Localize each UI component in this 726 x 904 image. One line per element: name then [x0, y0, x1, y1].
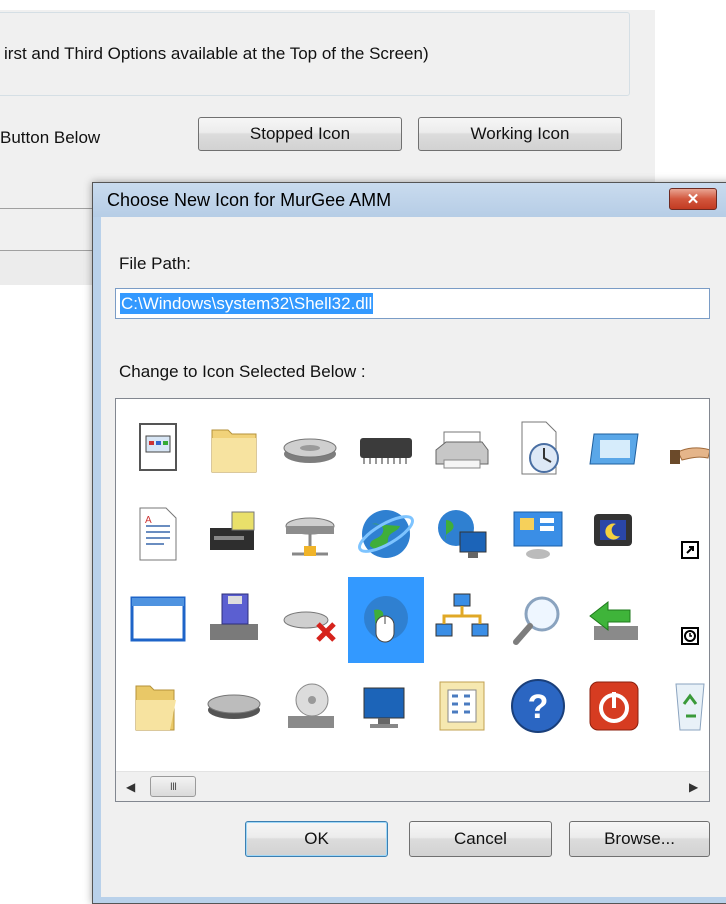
network-computers-icon[interactable] [424, 577, 500, 663]
top-strip [0, 0, 655, 10]
control-panel-icon[interactable] [500, 491, 576, 577]
file-path-label: File Path: [119, 254, 191, 273]
ok-button[interactable]: OK [245, 821, 388, 857]
app-window-icon[interactable] [120, 405, 196, 491]
scroll-left-icon[interactable]: ◀ [126, 780, 135, 794]
green-arrow-drive-icon[interactable] [576, 577, 652, 663]
help-icon[interactable]: ? [500, 663, 576, 749]
cd-drive-icon[interactable] [272, 663, 348, 749]
dialog-titlebar[interactable]: Choose New Icon for MurGee AMM ✕ [93, 183, 726, 217]
memory-chip-icon[interactable] [348, 405, 424, 491]
button-prompt-label: Button Below [0, 128, 101, 147]
svg-text:?: ? [528, 688, 549, 726]
open-folder-icon[interactable] [120, 663, 196, 749]
globe-mouse-icon[interactable] [348, 577, 424, 663]
power-icon[interactable] [576, 663, 652, 749]
folder-icon[interactable] [196, 405, 272, 491]
floppy-drive-icon[interactable] [196, 577, 272, 663]
moon-screensaver-icon[interactable] [576, 491, 652, 577]
flat-drive-icon[interactable] [196, 663, 272, 749]
change-icon-label: Change to Icon Selected Below : [119, 362, 366, 381]
close-button[interactable]: ✕ [669, 188, 717, 210]
cancel-button[interactable]: Cancel [409, 821, 552, 857]
network-disk-icon[interactable] [272, 491, 348, 577]
printer-icon[interactable] [424, 405, 500, 491]
network-drive-icon[interactable] [196, 491, 272, 577]
screen-frame-icon[interactable] [576, 405, 652, 491]
clock-document-icon[interactable] [500, 405, 576, 491]
clock-overlay-icon[interactable] [652, 577, 709, 663]
scroll-right-icon[interactable]: ▶ [689, 780, 698, 794]
choose-icon-dialog: Choose New Icon for MurGee AMM ✕ File Pa… [92, 182, 726, 904]
disconnected-drive-icon[interactable] [272, 577, 348, 663]
stopped-icon-button[interactable]: Stopped Icon [198, 117, 402, 151]
close-icon: ✕ [686, 191, 700, 208]
icon-list[interactable]: A? ◀ III ▶ [115, 398, 710, 802]
grip-icon: III [169, 780, 177, 793]
scroll-thumb[interactable]: III [150, 776, 196, 797]
dialog-title: Choose New Icon for MurGee AMM [107, 190, 392, 210]
options-group-text: irst and Third Options available at the … [4, 44, 429, 63]
hard-drive-icon[interactable] [272, 405, 348, 491]
browse-button[interactable]: Browse... [569, 821, 710, 857]
blank-window-icon[interactable] [120, 577, 196, 663]
shortcut-overlay-icon[interactable] [652, 491, 709, 577]
text-document-icon[interactable]: A [120, 491, 196, 577]
file-path-selected-text: C:\Windows\system32\Shell32.dll [120, 293, 374, 314]
working-icon-button[interactable]: Working Icon [418, 117, 622, 151]
desktop-background [655, 0, 726, 185]
hand-share-icon[interactable] [652, 405, 709, 491]
calculator-folder-icon[interactable] [424, 663, 500, 749]
magnifier-icon[interactable] [500, 577, 576, 663]
recycle-bin-icon[interactable] [652, 663, 709, 749]
horizontal-scrollbar[interactable]: ◀ III ▶ [116, 771, 709, 801]
globe-monitor-icon[interactable] [424, 491, 500, 577]
desktop-computer-icon[interactable] [348, 663, 424, 749]
dialog-body: File Path: C:\Windows\system32\Shell32.d… [101, 217, 726, 897]
globe-icon[interactable] [348, 491, 424, 577]
svg-text:A: A [145, 515, 152, 526]
